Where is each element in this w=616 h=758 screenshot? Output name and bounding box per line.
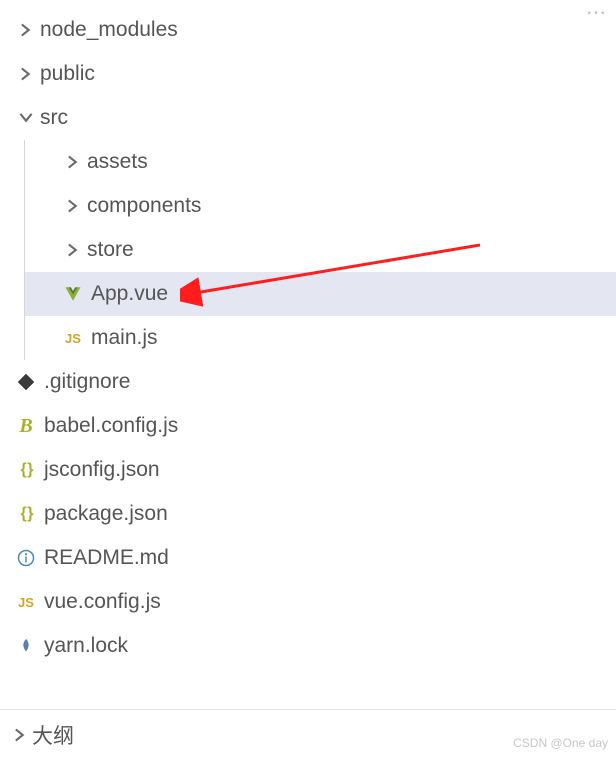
chevron-right-icon [16, 20, 36, 40]
tree-file-readme[interactable]: README.md [0, 536, 616, 580]
tree-item-label: yarn.lock [44, 634, 128, 658]
tree-folder-public[interactable]: public [0, 52, 616, 96]
chevron-right-icon [63, 196, 83, 216]
tree-file-yarn-lock[interactable]: yarn.lock [0, 624, 616, 668]
tree-item-label: public [40, 62, 95, 86]
tree-item-label: babel.config.js [44, 414, 178, 438]
tree-item-label: main.js [91, 326, 158, 350]
tree-item-label: jsconfig.json [44, 458, 160, 482]
yarn-icon [16, 636, 36, 656]
tree-folder-store[interactable]: store [24, 228, 616, 272]
info-icon [16, 548, 36, 568]
json-icon: { } [16, 460, 36, 480]
outline-label: 大纲 [32, 720, 74, 750]
chevron-right-icon [63, 240, 83, 260]
tree-file-vue-config[interactable]: JS vue.config.js [0, 580, 616, 624]
git-icon [16, 372, 36, 392]
tree-item-label: store [87, 238, 134, 262]
chevron-right-icon [63, 152, 83, 172]
tree-item-label: assets [87, 150, 148, 174]
tree-item-label: components [87, 194, 201, 218]
tree-file-gitignore[interactable]: .gitignore [0, 360, 616, 404]
vue-icon [63, 284, 83, 304]
tree-file-main-js[interactable]: JS main.js [24, 316, 616, 360]
toolbar: ⋯ [582, 0, 610, 31]
tree-item-label: README.md [44, 546, 169, 570]
tree-item-label: App.vue [91, 282, 168, 306]
tree-folder-src[interactable]: src [0, 96, 616, 140]
tree-folder-assets[interactable]: assets [24, 140, 616, 184]
chevron-right-icon [10, 725, 30, 745]
chevron-down-icon [16, 108, 36, 128]
tree-item-label: node_modules [40, 18, 178, 42]
tree-folder-components[interactable]: components [24, 184, 616, 228]
tree-file-jsconfig[interactable]: { } jsconfig.json [0, 448, 616, 492]
json-icon: { } [16, 504, 36, 524]
tree-item-label: src [40, 106, 68, 130]
js-icon: JS [63, 328, 83, 348]
js-icon: JS [16, 592, 36, 612]
babel-icon: B [16, 416, 36, 436]
tree-item-label: vue.config.js [44, 590, 161, 614]
tree-file-package-json[interactable]: { } package.json [0, 492, 616, 536]
tree-file-babel-config[interactable]: B babel.config.js [0, 404, 616, 448]
tree-folder-node-modules[interactable]: node_modules [0, 8, 616, 52]
tree-item-label: package.json [44, 502, 168, 526]
tree-file-app-vue[interactable]: App.vue [24, 272, 616, 316]
file-tree: node_modules public src assets component… [0, 0, 616, 668]
tree-item-label: .gitignore [44, 370, 130, 394]
watermark: CSDN @One day [513, 736, 608, 750]
toolbar-action-icon[interactable]: ⋯ [586, 0, 606, 25]
chevron-right-icon [16, 64, 36, 84]
